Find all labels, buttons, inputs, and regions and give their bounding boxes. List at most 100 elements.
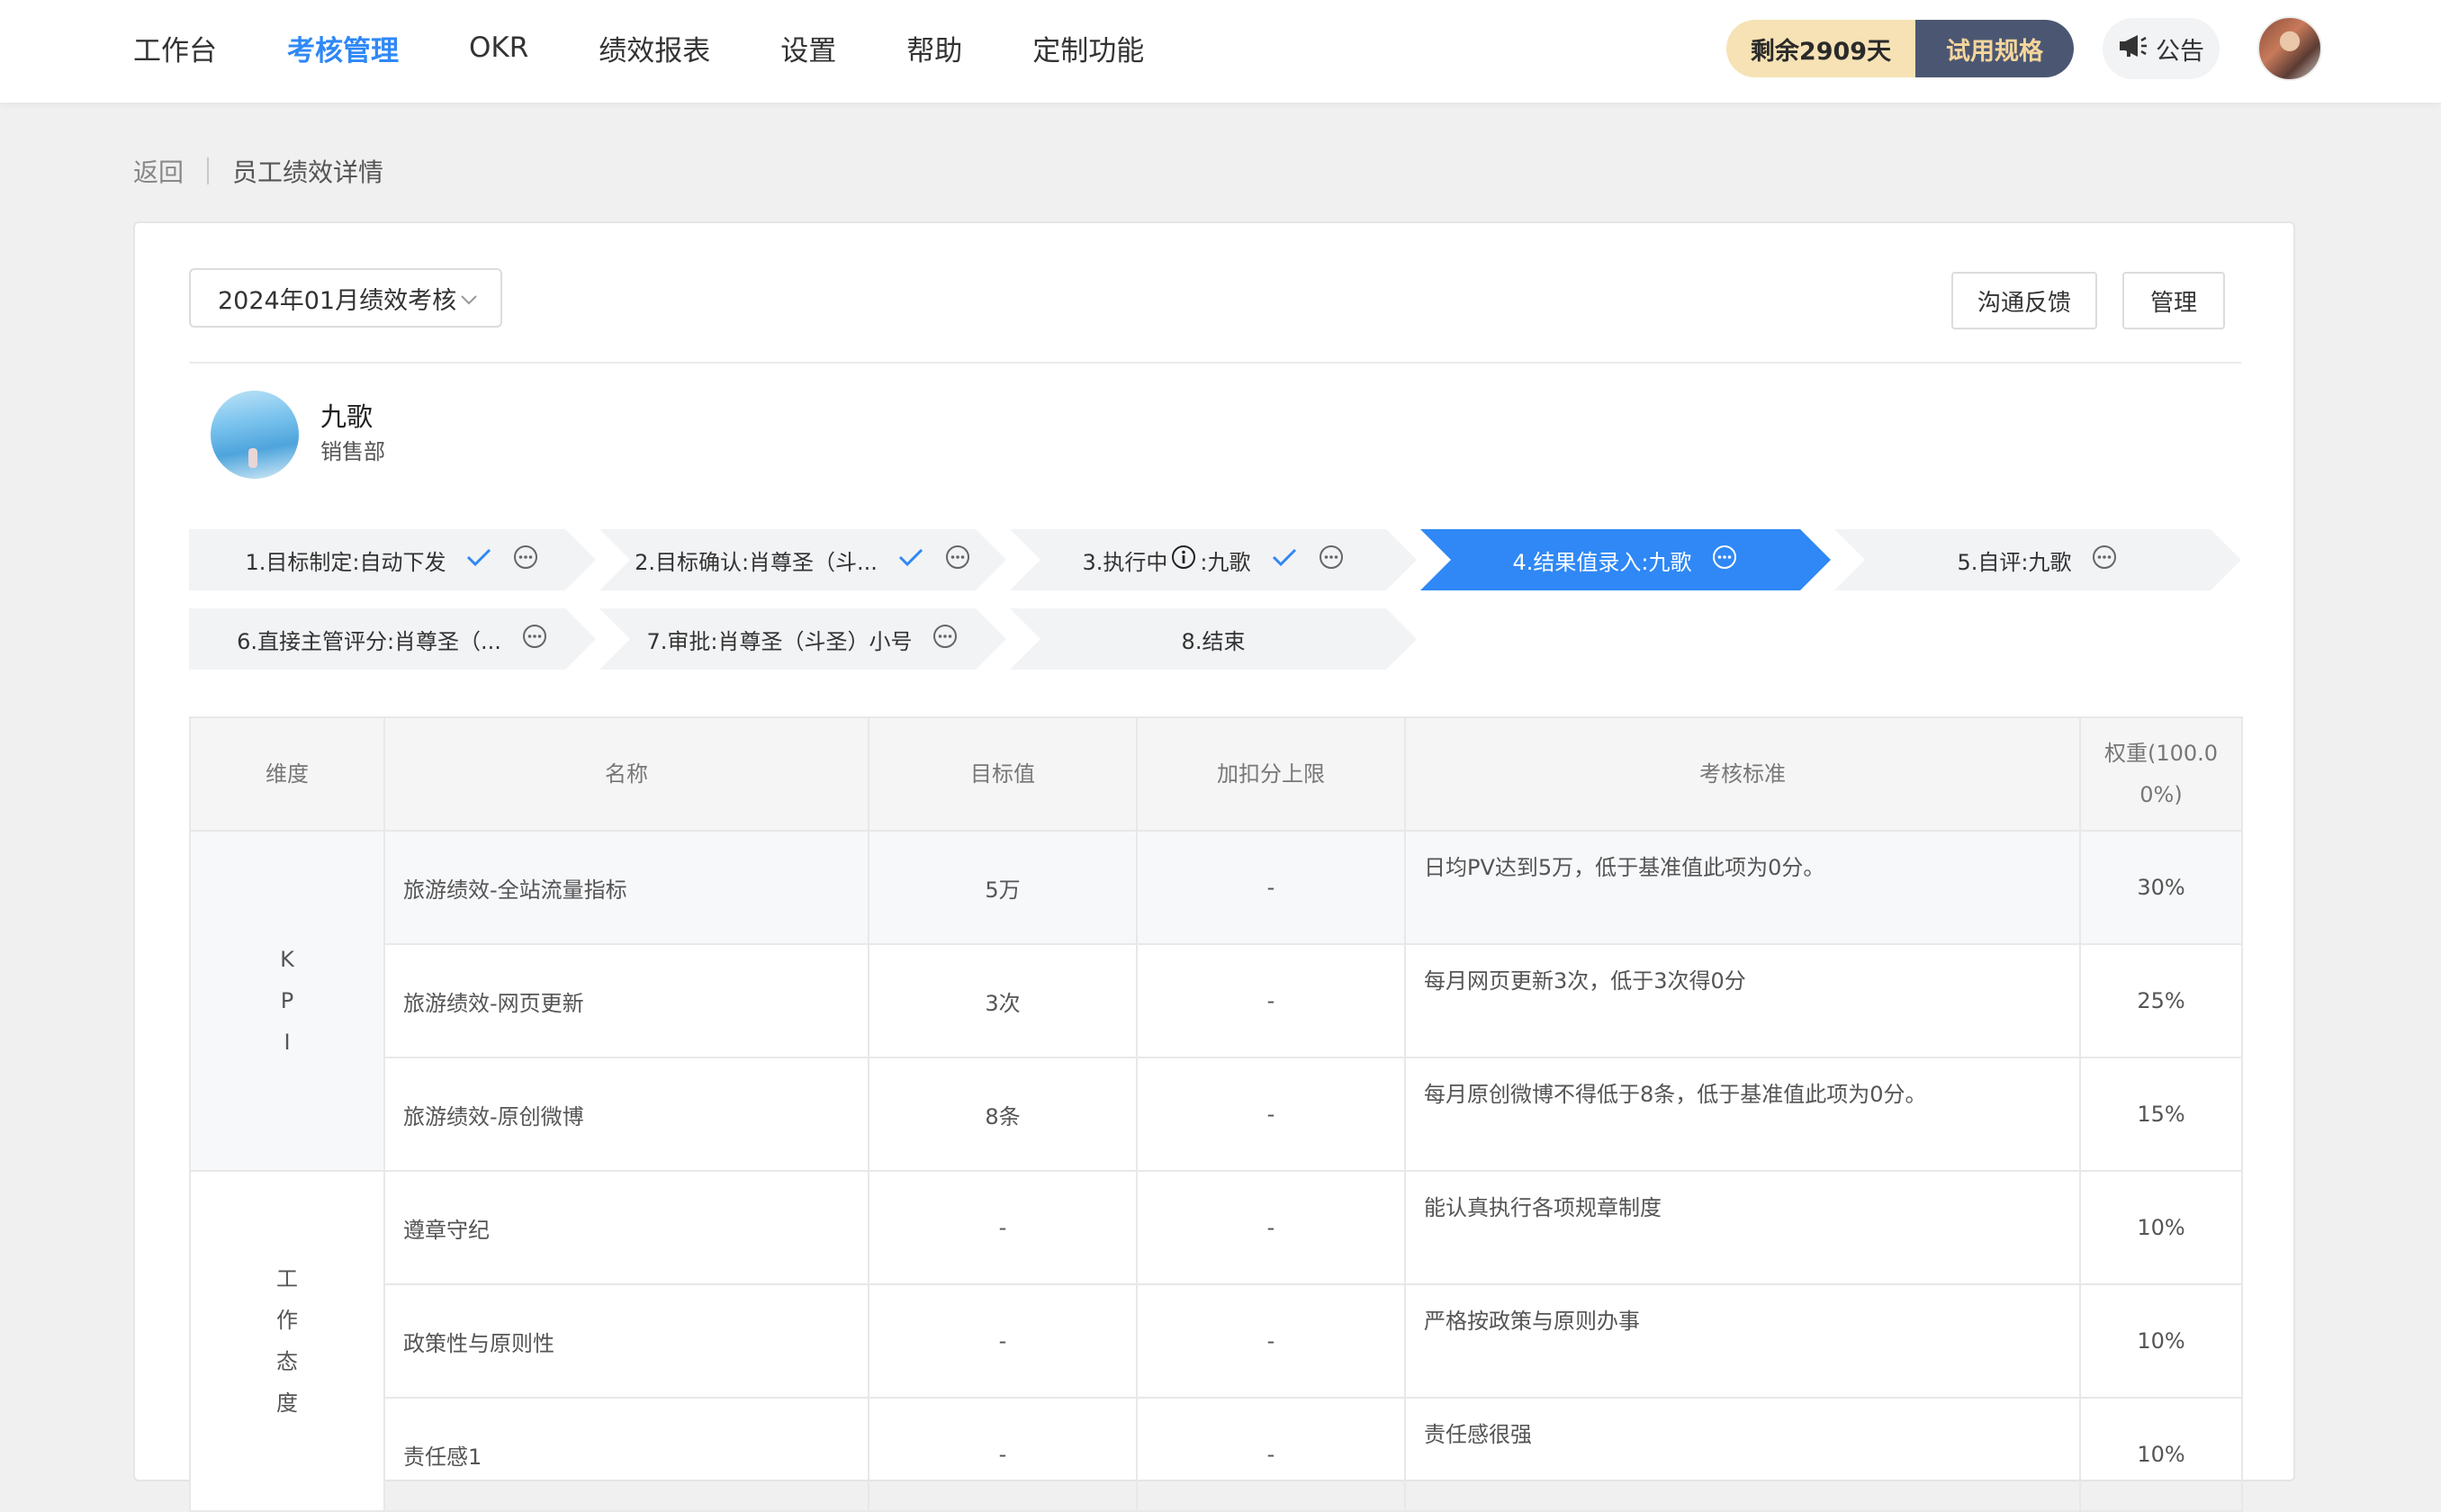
- more-icon[interactable]: [521, 623, 548, 655]
- step-label: 2.目标确认:肖尊圣（斗...: [635, 549, 878, 575]
- dimension-char: K: [280, 947, 294, 972]
- col-header-target: 目标值: [868, 716, 1138, 832]
- announcement-button[interactable]: 公告: [2103, 18, 2220, 79]
- nav-item-reports[interactable]: 绩效报表: [599, 28, 710, 68]
- col-header-name: 名称: [383, 716, 869, 832]
- col-header-weight: 权重(100.0 0%): [2079, 716, 2243, 832]
- step-label: 4.结果值录入:九歌: [1512, 549, 1692, 575]
- step-label: 7.审批:肖尊圣（斗圣）小号: [646, 628, 913, 654]
- table-row[interactable]: 政策性与原则性 - - 严格按政策与原则办事 10%: [190, 1283, 2243, 1399]
- nav-item-workbench[interactable]: 工作台: [133, 28, 217, 68]
- table-row[interactable]: 工 作 态 度 遵章守纪 - - 能认真执行各项规章制度 10%: [189, 1170, 2243, 1512]
- dimension-char: 工: [276, 1266, 298, 1292]
- chevron-down-icon: [459, 288, 479, 308]
- col-header-dimension: 维度: [189, 716, 385, 832]
- col-header-limit: 加扣分上限: [1136, 716, 1406, 832]
- announcement-label: 公告: [2156, 37, 2204, 66]
- step-7[interactable]: 7.审批:肖尊圣（斗圣）小号: [599, 608, 1006, 670]
- nav-item-okr[interactable]: OKR: [469, 32, 528, 64]
- table-header-row: 维度 名称 目标值 加扣分上限 考核标准 权重(100.0 0%): [189, 716, 2243, 832]
- dimension-char: 态: [276, 1349, 298, 1374]
- table-row[interactable]: 旅游绩效-网页更新 3次 - 每月网页更新3次，低于3次得0分 25%: [190, 943, 2243, 1058]
- dimension-char: I: [284, 1030, 291, 1055]
- item-weight: 15%: [2079, 1057, 2243, 1172]
- item-target: 3次: [868, 943, 1138, 1058]
- trial-badge[interactable]: 剩余2909天 试用规格: [1726, 20, 2074, 77]
- breadcrumb: 返回 员工绩效详情: [133, 153, 383, 189]
- dimension-char: P: [280, 988, 294, 1013]
- dimension-cell-kpi: K P I: [189, 830, 385, 1172]
- item-name: 旅游绩效-全站流量指标: [383, 830, 869, 945]
- item-standard: 每月原创微博不得低于8条，低于基准值此项为0分。: [1404, 1057, 2081, 1172]
- period-select[interactable]: 2024年01月绩效考核: [189, 268, 502, 328]
- trial-remaining: 剩余2909天: [1726, 20, 1915, 77]
- more-icon[interactable]: [944, 544, 971, 576]
- check-icon: [465, 546, 492, 573]
- nav-item-custom[interactable]: 定制功能: [1032, 28, 1144, 68]
- check-icon: [897, 546, 924, 573]
- table-row[interactable]: K P I 旅游绩效-全站流量指标 5万 - 日均PV达到5万，低于基准值此项为…: [189, 830, 2243, 1172]
- item-weight: 10%: [2079, 1283, 2243, 1399]
- col-header-weight-line1: 权重(100.0: [2103, 741, 2219, 766]
- divider: [189, 362, 2241, 364]
- back-link[interactable]: 返回: [133, 153, 184, 189]
- feedback-button[interactable]: 沟通反馈: [1951, 272, 2097, 329]
- item-target: 5万: [868, 830, 1138, 945]
- more-icon[interactable]: [932, 623, 959, 655]
- item-name: 旅游绩效-网页更新: [383, 943, 869, 1058]
- period-select-value: 2024年01月绩效考核: [218, 286, 457, 315]
- step-3[interactable]: 3.执行中 :九歌: [1010, 529, 1417, 590]
- item-standard: 严格按政策与原则办事: [1404, 1283, 2081, 1399]
- item-limit: -: [1136, 1283, 1406, 1399]
- check-icon: [1271, 546, 1298, 573]
- item-limit: -: [1136, 1397, 1406, 1512]
- step-label: 5.自评:九歌: [1957, 549, 2072, 575]
- step-label: 6.直接主管评分:肖尊圣（...: [237, 628, 501, 654]
- item-target: -: [868, 1283, 1138, 1399]
- more-icon[interactable]: [1318, 544, 1345, 576]
- manage-button[interactable]: 管理: [2122, 272, 2225, 329]
- info-icon[interactable]: [1171, 544, 1196, 575]
- step-label: 8.结束: [1181, 628, 1246, 654]
- dimension-char: 度: [276, 1390, 298, 1416]
- item-name: 遵章守纪: [383, 1170, 869, 1285]
- more-icon[interactable]: [2091, 544, 2118, 576]
- top-navigation-bar: 工作台 考核管理 OKR 绩效报表 设置 帮助 定制功能 剩余2909天 试用规…: [0, 0, 2441, 103]
- more-icon[interactable]: [1711, 544, 1738, 576]
- nav-item-help[interactable]: 帮助: [906, 28, 962, 68]
- step-8[interactable]: 8.结束: [1010, 608, 1417, 670]
- employee-name: 九歌: [320, 401, 374, 432]
- step-label-suffix: :九歌: [1200, 549, 1251, 575]
- trial-spec-button[interactable]: 试用规格: [1915, 20, 2074, 77]
- dimension-cell-attitude: 工 作 态 度: [189, 1170, 385, 1512]
- step-5[interactable]: 5.自评:九歌: [1834, 529, 2241, 590]
- nav-item-settings[interactable]: 设置: [780, 28, 836, 68]
- step-4-active[interactable]: 4.结果值录入:九歌: [1420, 529, 1831, 590]
- step-2[interactable]: 2.目标确认:肖尊圣（斗...: [599, 529, 1006, 590]
- item-limit: -: [1136, 943, 1406, 1058]
- item-standard: 责任感很强: [1404, 1397, 2081, 1512]
- item-weight: 10%: [2079, 1397, 2243, 1512]
- user-avatar[interactable]: [2257, 16, 2322, 81]
- table-row[interactable]: 旅游绩效-原创微博 8条 - 每月原创微博不得低于8条，低于基准值此项为0分。 …: [190, 1057, 2243, 1172]
- step-label: 1.目标制定:自动下发: [245, 549, 446, 575]
- employee-department: 销售部: [320, 439, 385, 464]
- page-title: 员工绩效详情: [232, 158, 384, 187]
- item-target: -: [868, 1170, 1138, 1285]
- item-standard: 日均PV达到5万，低于基准值此项为0分。: [1404, 830, 2081, 945]
- item-name: 责任感1: [383, 1397, 869, 1512]
- item-target: -: [868, 1397, 1138, 1512]
- item-limit: -: [1136, 1170, 1406, 1285]
- item-name: 政策性与原则性: [383, 1283, 869, 1399]
- col-header-standard: 考核标准: [1404, 716, 2081, 832]
- assessment-table: 维度 名称 目标值 加扣分上限 考核标准 权重(100.0 0%) K P I …: [189, 716, 2243, 1512]
- step-6[interactable]: 6.直接主管评分:肖尊圣（...: [189, 608, 596, 670]
- employee-avatar: [211, 391, 299, 479]
- item-weight: 30%: [2079, 830, 2243, 945]
- item-limit: -: [1136, 1057, 1406, 1172]
- megaphone-icon: [2118, 32, 2148, 66]
- table-row[interactable]: 责任感1 - - 责任感很强 10%: [190, 1397, 2243, 1512]
- nav-item-assessment[interactable]: 考核管理: [287, 28, 399, 68]
- step-1[interactable]: 1.目标制定:自动下发: [189, 529, 596, 590]
- more-icon[interactable]: [512, 544, 539, 576]
